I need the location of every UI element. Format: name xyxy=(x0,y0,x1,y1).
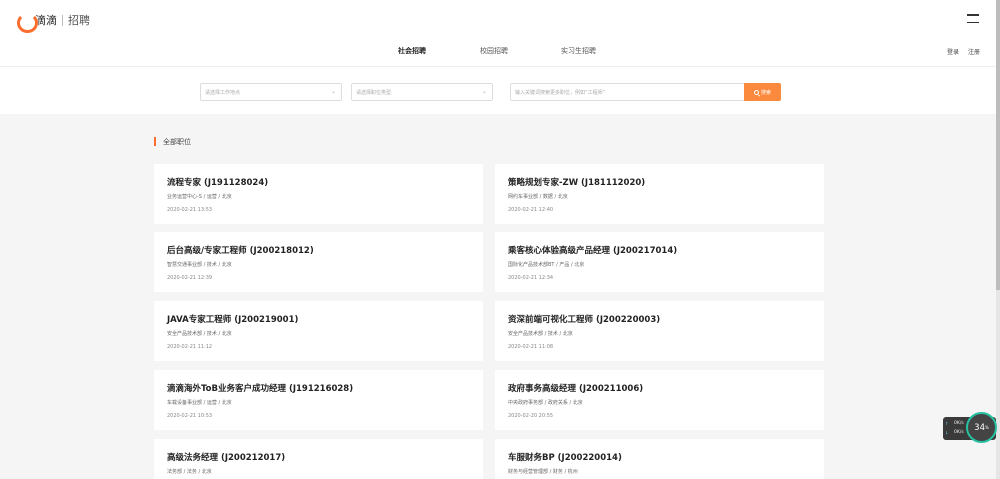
upload-speed: 0K/s xyxy=(954,421,964,426)
job-card[interactable]: 政府事务高级经理 (J200211006) 中央政府事务部 / 政府关系 / 北… xyxy=(495,370,824,430)
header: 滴滴 招聘 社会招聘 校园招聘 实习生招聘 登录 注册 xyxy=(0,0,1000,66)
job-type-select[interactable]: 请选择职位类型 ⌄ xyxy=(351,83,493,101)
location-select[interactable]: 请选择工作地点 ⌄ xyxy=(200,83,342,101)
register-link[interactable]: 注册 xyxy=(968,47,980,56)
tab-social-recruitment[interactable]: 社会招聘 xyxy=(398,46,426,56)
job-date: 2020-02-21 11:12 xyxy=(167,344,213,350)
job-card[interactable]: 策略规划专家-ZW (J181112020) 网约车事业部 / 数据 / 北京 … xyxy=(495,164,824,224)
search-icon xyxy=(753,89,759,95)
job-meta: 安全产品技术部 / 技术 / 北京 xyxy=(508,331,573,337)
job-meta: 财务与经营管理部 / 财务 / 杭州 xyxy=(508,469,578,475)
job-date: 2020-02-21 12:34 xyxy=(508,275,554,281)
job-card[interactable]: 滴滴海外ToB业务客户成功经理 (J191216028) 车载设备事业部 / 运… xyxy=(154,370,483,430)
search-button[interactable]: 搜索 xyxy=(744,83,781,101)
job-title[interactable]: 滴滴海外ToB业务客户成功经理 (J191216028) xyxy=(167,382,353,394)
section-accent-bar xyxy=(154,137,156,146)
job-card[interactable]: 高级法务经理 (J200212017) 法务部 / 法务 / 北京 xyxy=(154,439,483,479)
job-type-placeholder: 请选择职位类型 xyxy=(356,90,392,96)
usage-percent: 34 xyxy=(974,422,985,433)
job-meta: 网约车事业部 / 数据 / 北京 xyxy=(508,194,568,200)
page-scrollbar[interactable] xyxy=(996,0,1000,479)
job-meta: 车载设备事业部 / 运营 / 北京 xyxy=(167,400,232,406)
brand-name: 滴滴 xyxy=(35,14,57,27)
menu-line xyxy=(967,21,979,23)
keyword-search-input[interactable]: 输入关键词搜索更多职位，例如“工程师” xyxy=(510,83,744,101)
hamburger-menu-icon[interactable] xyxy=(967,14,979,23)
tab-campus-recruitment[interactable]: 校园招聘 xyxy=(480,46,508,56)
job-date: 2020-02-20 20:55 xyxy=(508,413,554,419)
job-card[interactable]: 流程专家 (J191128024) 业务运营中心-S / 运营 / 北京 202… xyxy=(154,164,483,224)
job-title[interactable]: 高级法务经理 (J200212017) xyxy=(167,451,285,463)
upload-arrow-icon: ↑ xyxy=(945,421,949,426)
logo[interactable]: 滴滴 招聘 xyxy=(17,12,90,33)
job-title[interactable]: 后台高级/专家工程师 (J200218012) xyxy=(167,244,314,256)
usage-percent-unit: % xyxy=(985,425,989,430)
logo-divider xyxy=(62,14,63,26)
download-arrow-icon: ↓ xyxy=(945,430,949,435)
chevron-down-icon: ⌄ xyxy=(481,88,487,95)
scrollbar-thumb[interactable] xyxy=(996,0,1000,290)
section-title: 全部职位 xyxy=(154,137,191,146)
job-date: 2020-02-21 13:53 xyxy=(167,207,213,213)
search-placeholder: 输入关键词搜索更多职位，例如“工程师” xyxy=(515,90,606,96)
job-title[interactable]: 资深前端可视化工程师 (J200220003) xyxy=(508,313,660,325)
job-date: 2020-02-21 12:40 xyxy=(508,207,554,213)
job-card[interactable]: 资深前端可视化工程师 (J200220003) 安全产品技术部 / 技术 / 北… xyxy=(495,301,824,361)
brand-subtitle: 招聘 xyxy=(68,14,90,27)
section-title-text: 全部职位 xyxy=(163,137,191,146)
menu-line xyxy=(967,14,979,16)
job-card[interactable]: 车服财务BP (J200220014) 财务与经营管理部 / 财务 / 杭州 xyxy=(495,439,824,479)
job-meta: 智慧交通事业部 / 技术 / 北京 xyxy=(167,262,232,268)
job-title[interactable]: 乘客核心体验高级产品经理 (J200217014) xyxy=(508,244,677,256)
job-date: 2020-02-21 10:53 xyxy=(167,413,213,419)
job-date: 2020-02-21 11:08 xyxy=(508,344,554,350)
job-meta: 业务运营中心-S / 运营 / 北京 xyxy=(167,194,232,200)
job-title[interactable]: 政府事务高级经理 (J200211006) xyxy=(508,382,643,394)
job-card[interactable]: JAVA专家工程师 (J200219001) 安全产品技术部 / 技术 / 北京… xyxy=(154,301,483,361)
job-title[interactable]: 策略规划专家-ZW (J181112020) xyxy=(508,176,645,188)
job-card[interactable]: 乘客核心体验高级产品经理 (J200217014) 国际化产品技术部BT / 产… xyxy=(495,232,824,292)
job-title[interactable]: JAVA专家工程师 (J200219001) xyxy=(167,313,298,325)
search-button-label: 搜索 xyxy=(760,89,771,96)
job-card[interactable]: 后台高级/专家工程师 (J200218012) 智慧交通事业部 / 技术 / 北… xyxy=(154,232,483,292)
filter-bar: 请选择工作地点 ⌄ 请选择职位类型 ⌄ 输入关键词搜索更多职位，例如“工程师” … xyxy=(0,66,1000,114)
job-date: 2020-02-21 12:39 xyxy=(167,275,213,281)
job-meta: 安全产品技术部 / 技术 / 北京 xyxy=(167,331,232,337)
job-title[interactable]: 车服财务BP (J200220014) xyxy=(508,451,622,463)
download-speed: 0K/s xyxy=(954,430,964,435)
job-title[interactable]: 流程专家 (J191128024) xyxy=(167,176,268,188)
location-placeholder: 请选择工作地点 xyxy=(205,90,241,96)
memory-usage-dial[interactable]: 34% xyxy=(966,412,997,443)
login-link[interactable]: 登录 xyxy=(947,47,959,56)
job-meta: 国际化产品技术部BT / 产品 / 北京 xyxy=(508,262,585,268)
tab-intern-recruitment[interactable]: 实习生招聘 xyxy=(561,46,596,56)
job-meta: 法务部 / 法务 / 北京 xyxy=(167,469,212,475)
job-meta: 中央政府事务部 / 政府关系 / 北京 xyxy=(508,400,583,406)
chevron-down-icon: ⌄ xyxy=(330,88,336,95)
didi-logo-icon xyxy=(17,13,38,33)
